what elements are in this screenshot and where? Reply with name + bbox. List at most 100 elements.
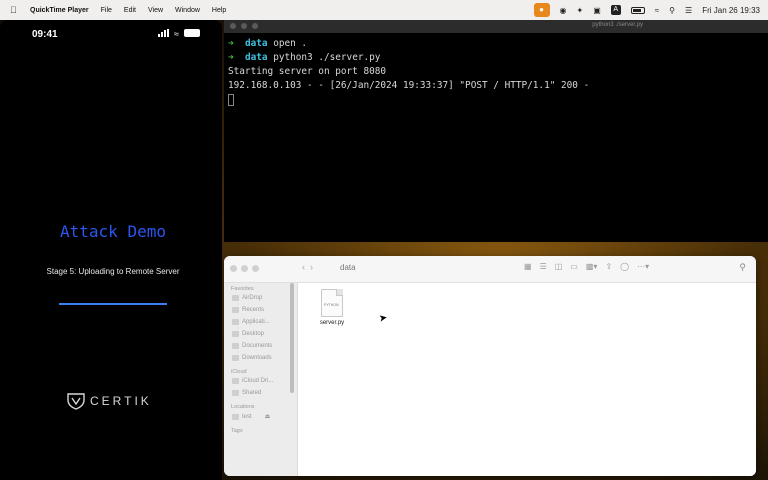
input-source-icon[interactable]: A <box>610 5 621 15</box>
upload-progress-bar <box>59 303 167 305</box>
mouse-pointer-icon: ➤ <box>378 312 389 325</box>
sidebar-item-label: Recents <box>242 307 265 313</box>
phone-time: 09:41 <box>32 29 58 40</box>
desktop-icon <box>232 331 239 337</box>
window-controls <box>230 265 259 272</box>
battery-icon[interactable] <box>630 6 645 14</box>
sidebar-item-label: Documents <box>242 343 273 349</box>
compass-icon[interactable]: ✦ <box>577 6 584 15</box>
gallery-view-icon[interactable]: ▭ <box>570 262 578 271</box>
menu-bar:  QuickTime Player File Edit View Window… <box>0 0 768 20</box>
minimize-button[interactable] <box>241 265 248 272</box>
record-icon[interactable]: ◉ <box>560 6 567 15</box>
sidebar-item-label: test <box>242 413 252 420</box>
control-center-icon[interactable]: ☰ <box>685 6 692 15</box>
finder-title: data <box>340 263 356 272</box>
finder-window[interactable]: ‹ › data ▦ ☰ ◫ ▭ ▩▾ ⇧ ◯ ⋯▾ ⚲ Favorites A… <box>224 256 756 476</box>
terminal-line: ➜ data open . <box>228 37 768 51</box>
terminal-output[interactable]: ➜ data open . ➜ data python3 ./server.py… <box>224 33 768 107</box>
back-forward-icon[interactable]: ‹ › <box>302 262 313 272</box>
brand-name: CERTIK <box>90 394 152 408</box>
menu-help[interactable]: Help <box>212 7 226 14</box>
close-button[interactable] <box>230 265 237 272</box>
menu-window[interactable]: Window <box>175 7 200 14</box>
wifi-icon[interactable]: ≈ <box>655 6 659 15</box>
menu-view[interactable]: View <box>148 7 163 14</box>
microphone-icon[interactable]: ● <box>533 3 550 17</box>
tag-icon[interactable]: ◯ <box>620 262 629 271</box>
apple-icon[interactable]:  <box>10 5 22 15</box>
sidebar-item-shared[interactable]: Shared <box>224 387 297 399</box>
terminal-cursor <box>228 93 234 106</box>
terminal-window[interactable]: python3 ./server.py ➜ data open . ➜ data… <box>224 20 768 242</box>
sidebar-item-desktop[interactable]: Desktop <box>224 328 297 340</box>
minimize-button[interactable] <box>241 23 247 29</box>
finder-file-area[interactable]: PYTHON server.py <box>299 283 756 476</box>
close-button[interactable] <box>230 23 236 29</box>
command-text: open . <box>273 38 308 49</box>
sidebar-item-label: Shared <box>242 390 262 396</box>
share-icon[interactable]: ⇧ <box>605 262 612 271</box>
sidebar-heading: Tags <box>231 428 243 434</box>
wifi-icon: ≈ <box>174 29 179 39</box>
cloud-icon <box>232 378 239 384</box>
column-view-icon[interactable]: ◫ <box>555 262 563 271</box>
clock-icon <box>232 307 239 313</box>
sidebar-item-recents[interactable]: Recents <box>224 304 297 316</box>
battery-icon <box>184 29 200 37</box>
certik-logo: CERTIK <box>66 392 152 410</box>
eject-icon[interactable]: ⏏ <box>265 413 271 420</box>
sidebar-item-documents[interactable]: Documents <box>224 340 297 352</box>
terminal-cursor-line <box>228 93 768 107</box>
search-icon[interactable]: ⚲ <box>669 6 675 15</box>
disk-icon <box>232 413 239 420</box>
sidebar-item-airdrop[interactable]: AirDrop <box>224 292 297 304</box>
sidebar-item-downloads[interactable]: Downloads <box>224 352 297 364</box>
more-icon[interactable]: ⋯▾ <box>637 262 649 271</box>
sidebar-item-test[interactable]: test ⏏ <box>224 410 297 423</box>
phone-status-bar: ≈ <box>158 29 200 39</box>
prompt-dir: data <box>244 38 268 49</box>
document-icon <box>232 343 239 349</box>
upload-progress-fill <box>59 303 167 305</box>
applications-icon <box>232 319 239 325</box>
sidebar-item-label: Applicati... <box>242 319 270 325</box>
phone-screen: 09:41 ≈ Attack Demo Stage 5: Uploading t… <box>0 20 222 480</box>
prompt-dir: data <box>244 52 268 63</box>
cellular-icon <box>158 29 170 37</box>
sidebar-scrollbar[interactable] <box>290 283 294 393</box>
prompt-arrow-icon: ➜ <box>228 38 234 49</box>
sidebar-item-label: Desktop <box>242 331 265 337</box>
attack-title: Attack Demo <box>60 222 166 241</box>
zoom-button[interactable] <box>252 265 259 272</box>
sidebar-item-label: Downloads <box>242 355 272 361</box>
zoom-button[interactable] <box>252 23 258 29</box>
sidebar-heading: iCloud <box>231 369 247 375</box>
terminal-title: python3 ./server.py <box>592 22 643 28</box>
menu-edit[interactable]: Edit <box>124 7 136 14</box>
file-name: server.py <box>319 320 345 326</box>
datetime[interactable]: Fri Jan 26 19:33 <box>702 6 760 15</box>
stage-text: Stage 5: Uploading to Remote Server <box>46 267 180 276</box>
python-file-icon: PYTHON <box>321 289 343 317</box>
prompt-arrow-icon: ➜ <box>228 52 234 63</box>
sidebar-heading: Locations <box>231 404 255 410</box>
sidebar-item-icloud-drive[interactable]: iCloud Dri... <box>224 375 297 387</box>
sidebar-item-label: AirDrop <box>242 295 263 301</box>
group-icon[interactable]: ▩▾ <box>586 262 598 271</box>
finder-sidebar: Favorites AirDrop Recents Applicati... D… <box>224 283 298 476</box>
search-icon[interactable]: ⚲ <box>739 262 746 273</box>
file-type-label: PYTHON <box>324 303 339 307</box>
file-item[interactable]: PYTHON server.py <box>315 289 349 326</box>
list-view-icon[interactable]: ☰ <box>540 262 547 271</box>
app-menu[interactable]: QuickTime Player <box>30 7 89 14</box>
icon-view-icon[interactable]: ▦ <box>524 262 532 271</box>
command-text: python3 ./server.py <box>273 52 381 63</box>
shared-folder-icon <box>232 390 239 396</box>
password-icon[interactable]: ▣ <box>593 6 601 15</box>
sidebar-item-label: iCloud Dri... <box>242 378 274 384</box>
terminal-titlebar[interactable]: python3 ./server.py <box>224 20 768 33</box>
menu-file[interactable]: File <box>101 7 112 14</box>
sidebar-item-applications[interactable]: Applicati... <box>224 316 297 328</box>
finder-toolbar: ‹ › data ▦ ☰ ◫ ▭ ▩▾ ⇧ ◯ ⋯▾ ⚲ <box>224 256 756 283</box>
